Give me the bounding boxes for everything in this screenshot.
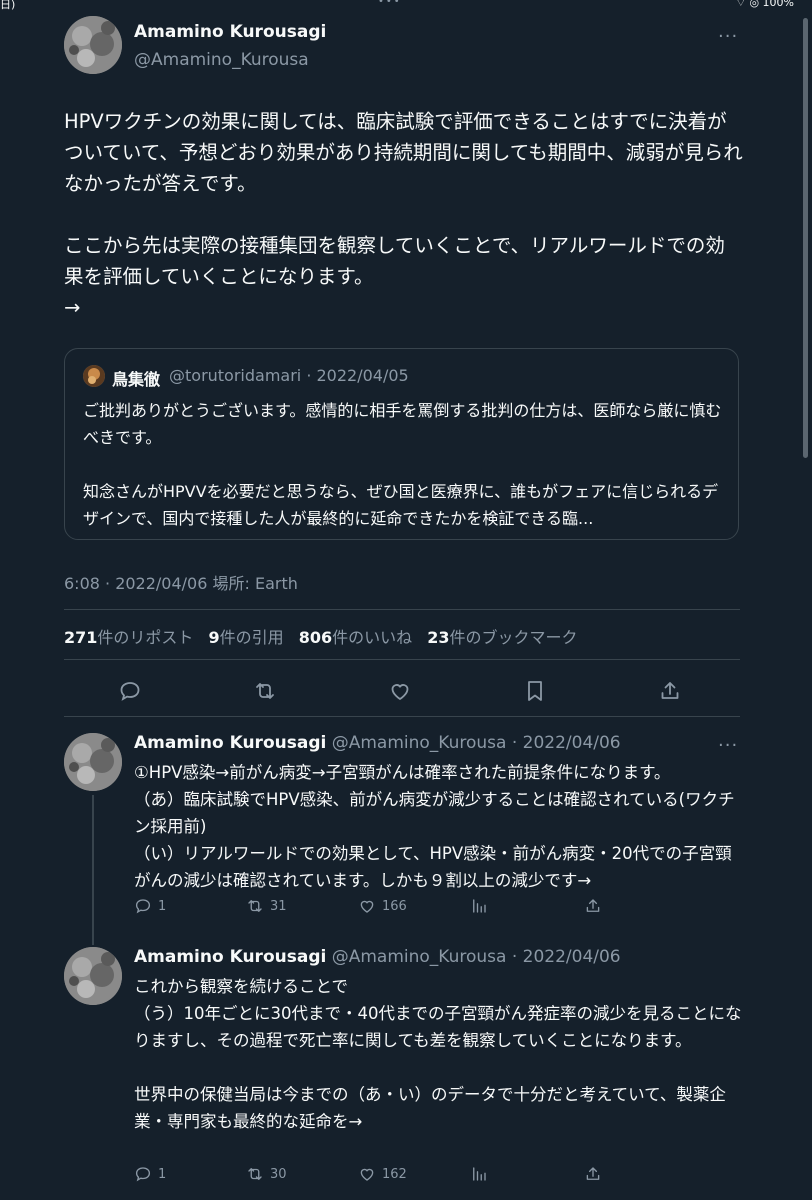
repost-icon (248, 1168, 262, 1180)
reply-meta[interactable]: @Amamino_Kurousa · 2022/04/06 (332, 733, 621, 753)
quote-author-name: 鳥集徹 (112, 370, 161, 389)
reply-tweet[interactable]: Amamino Kurousagi @Amamino_Kurousa · 202… (64, 733, 744, 945)
reply-author-name[interactable]: Amamino Kurousagi (134, 947, 326, 967)
author-name[interactable]: Amamino Kurousagi (134, 22, 326, 42)
likes-count[interactable]: 806 (299, 628, 332, 647)
multitasking-dots[interactable]: ••• (378, 0, 402, 7)
like-icon (360, 900, 374, 913)
avatar-image (64, 733, 122, 791)
reply-count: 1 (158, 898, 167, 914)
quoted-tweet[interactable]: 鳥集徹 @torutoridamari · 2022/04/05 ご批判ありがと… (64, 348, 739, 540)
reply-button[interactable]: 1 (134, 1165, 166, 1183)
author-handle[interactable]: @Amamino_Kurousa (134, 50, 309, 70)
views-icon (473, 1167, 486, 1181)
like-button[interactable]: 162 (358, 1165, 407, 1183)
battery-percent: 100% (762, 0, 794, 9)
more-icon[interactable]: ··· (718, 737, 738, 755)
like-button[interactable]: 166 (358, 897, 407, 915)
share-button[interactable] (584, 1165, 602, 1183)
reply-text: これから観察を続けることで （う）10年ごとに30代まで・40代までの子宮頸がん… (134, 977, 742, 1131)
quotes-count[interactable]: 9 (209, 628, 220, 647)
reply-actions: 1 31 166 (134, 897, 604, 917)
divider (64, 659, 740, 660)
tweet-timestamp[interactable]: 6:08 · 2022/04/06 場所: Earth (64, 570, 298, 594)
reposts-label[interactable]: 件のリポスト (97, 628, 193, 647)
repost-count: 30 (270, 1166, 287, 1182)
views-icon (473, 899, 486, 913)
tweet-text: HPVワクチンの効果に関しては、臨床試験で評価できることはすでに決着がついていて… (64, 110, 743, 319)
repost-icon (248, 900, 262, 912)
likes-label[interactable]: 件のいいね (332, 628, 412, 647)
quote-avatar-image (83, 365, 105, 387)
views-button[interactable] (470, 897, 488, 915)
share-button[interactable] (584, 897, 602, 915)
reply-icon[interactable] (118, 679, 142, 703)
repost-icon[interactable] (253, 679, 277, 703)
quote-text: ご批判ありがとうございます。感情的に相手を罵倒する批判の仕方は、医師なら厳に慎む… (83, 401, 722, 528)
reply-icon (135, 899, 151, 914)
reply-header: Amamino Kurousagi @Amamino_Kurousa · 202… (134, 733, 621, 753)
bookmarks-count[interactable]: 23 (427, 628, 449, 647)
reply-meta[interactable]: @Amamino_Kurousa · 2022/04/06 (332, 947, 621, 967)
engagement-stats: 271件のリポスト 9件の引用 806件のいいね 23件のブックマーク (64, 624, 588, 648)
scrollbar[interactable] (803, 18, 808, 458)
reply-button[interactable]: 1 (134, 897, 166, 915)
main-tweet-header: Amamino Kurousagi @Amamino_Kurousa ··· (64, 16, 744, 76)
share-icon (586, 1167, 600, 1180)
battery-indicator: ⌔ ◎ 100% (736, 0, 794, 10)
repost-count: 31 (270, 898, 287, 914)
more-icon[interactable]: ··· (718, 28, 738, 46)
reply-author-name[interactable]: Amamino Kurousagi (134, 733, 326, 753)
like-count: 166 (382, 898, 407, 914)
status-bar: 日) ••• ⌔ ◎ 100% (0, 0, 812, 11)
quote-avatar (83, 365, 105, 387)
like-icon (360, 1168, 374, 1181)
avatar[interactable] (64, 733, 122, 791)
reposts-count[interactable]: 271 (64, 628, 97, 647)
thread-line (92, 795, 94, 945)
repost-button[interactable]: 31 (246, 897, 287, 915)
views-button[interactable] (470, 1165, 488, 1183)
repost-button[interactable]: 30 (246, 1165, 287, 1183)
like-count: 162 (382, 1166, 407, 1182)
like-icon[interactable] (388, 679, 412, 703)
wifi-icon: ⌔ ◎ (735, 0, 763, 9)
avatar-image (64, 16, 122, 74)
status-time: 日) (0, 0, 16, 11)
share-icon (586, 899, 600, 912)
reply-actions: 1 30 162 (134, 1165, 604, 1185)
reply-count: 1 (158, 1166, 167, 1182)
bookmarks-label[interactable]: 件のブックマーク (450, 628, 578, 647)
quotes-label[interactable]: 件の引用 (220, 628, 284, 647)
avatar-image (64, 947, 122, 1005)
avatar[interactable] (64, 947, 122, 1005)
reply-text: ①HPV感染→前がん病変→子宮頸がんは確率された前提条件になります。 （あ）臨床… (134, 763, 735, 890)
divider (64, 716, 740, 717)
share-icon[interactable] (658, 679, 682, 703)
reply-header: Amamino Kurousagi @Amamino_Kurousa · 202… (134, 947, 621, 967)
reply-icon (135, 1167, 151, 1182)
divider (64, 609, 740, 610)
quote-meta: @torutoridamari · 2022/04/05 (169, 366, 409, 385)
bookmark-icon[interactable] (523, 679, 547, 703)
avatar[interactable] (64, 16, 122, 74)
reply-tweet[interactable]: Amamino Kurousagi @Amamino_Kurousa · 202… (64, 947, 744, 1197)
